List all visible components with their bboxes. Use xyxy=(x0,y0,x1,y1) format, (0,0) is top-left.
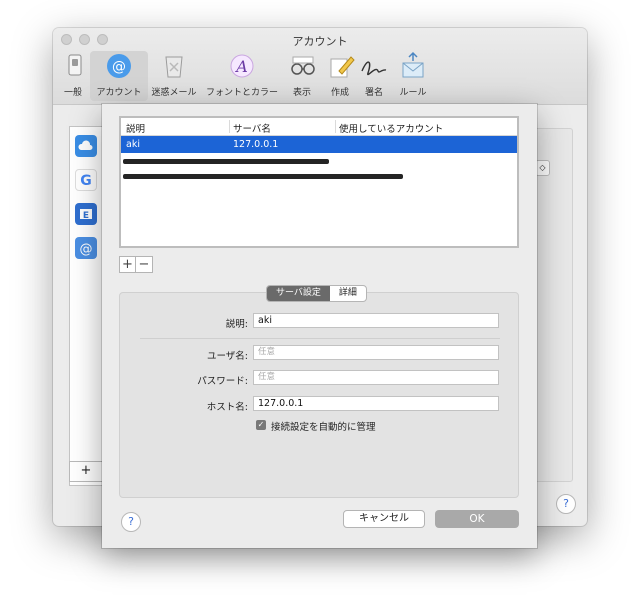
popup-arrows-icon[interactable]: ◇ xyxy=(535,160,550,176)
table-add-remove: + − xyxy=(119,256,153,273)
exchange-icon[interactable]: E xyxy=(75,203,97,225)
window-title: アカウント xyxy=(292,35,348,48)
host-field[interactable]: 127.0.0.1 xyxy=(253,396,499,411)
svg-text:G: G xyxy=(80,173,92,189)
remove-server-button[interactable]: − xyxy=(136,256,153,273)
titlebar: アカウント 一般 @ アカウント 迷惑メール A フォントとカラー 表示 作成 … xyxy=(53,28,587,105)
redaction-mark xyxy=(123,159,329,164)
table-row-redacted[interactable] xyxy=(121,153,517,170)
settings-segmented-control: サーバ設定 詳細 xyxy=(266,285,367,302)
password-field[interactable]: 任意 xyxy=(253,370,499,385)
signature-icon xyxy=(358,51,390,81)
pencil-icon xyxy=(325,51,357,81)
username-field[interactable]: 任意 xyxy=(253,345,499,360)
toolbar-signatures[interactable]: 署名 xyxy=(357,51,391,101)
description-field[interactable]: aki xyxy=(253,313,499,328)
general-switch-icon xyxy=(59,51,91,81)
column-header-server[interactable]: サーバ名 xyxy=(233,121,271,135)
cancel-button[interactable]: キャンセル xyxy=(343,510,425,528)
table-row-redacted[interactable] xyxy=(121,170,517,187)
username-label: ユーザ名: xyxy=(206,351,248,362)
toolbar-rules[interactable]: ルール xyxy=(395,51,431,101)
tab-server-settings[interactable]: サーバ設定 xyxy=(267,286,330,301)
description-label: 説明: xyxy=(225,319,248,330)
auto-manage-label[interactable]: 接続設定を自動的に管理 xyxy=(271,419,376,433)
toolbar-accounts[interactable]: @ アカウント xyxy=(90,51,148,101)
row-server: 127.0.0.1 xyxy=(233,139,279,150)
redaction-mark xyxy=(123,174,403,179)
host-label: ホスト名: xyxy=(206,402,248,413)
tab-advanced[interactable]: 詳細 xyxy=(330,286,366,301)
toolbar-general[interactable]: 一般 xyxy=(59,51,87,101)
table-row[interactable]: aki 127.0.0.1 xyxy=(121,136,517,153)
table-header: 説明 サーバ名 使用しているアカウント xyxy=(121,118,517,136)
row-description: aki xyxy=(126,139,140,150)
fonts-colors-icon: A xyxy=(226,51,258,81)
at-account-icon[interactable]: @ xyxy=(75,237,97,259)
toolbar-composing[interactable]: 作成 xyxy=(325,51,355,101)
glasses-icon xyxy=(287,51,319,81)
password-label: パスワード: xyxy=(197,376,248,387)
at-sign-icon: @ xyxy=(103,51,135,81)
column-header-account[interactable]: 使用しているアカウント xyxy=(339,121,443,135)
svg-text:A: A xyxy=(234,57,248,76)
auto-manage-checkbox[interactable]: ✓ xyxy=(256,420,266,430)
svg-text:E: E xyxy=(83,211,89,221)
sheet-help-button[interactable]: ? xyxy=(121,512,141,532)
svg-text:@: @ xyxy=(112,59,126,75)
toolbar-viewing[interactable]: 表示 xyxy=(287,51,317,101)
column-header-description[interactable]: 説明 xyxy=(126,121,145,135)
smtp-server-table: 説明 サーバ名 使用しているアカウント aki 127.0.0.1 xyxy=(119,116,519,248)
svg-text:@: @ xyxy=(80,242,93,257)
add-account-button[interactable]: + xyxy=(69,461,103,482)
ok-button[interactable]: OK xyxy=(435,510,519,528)
add-server-button[interactable]: + xyxy=(119,256,136,273)
smtp-server-sheet: 説明 サーバ名 使用しているアカウント aki 127.0.0.1 + − サー… xyxy=(102,104,537,548)
google-icon[interactable]: G xyxy=(75,169,97,191)
icloud-icon[interactable] xyxy=(75,135,97,157)
account-list: G E @ xyxy=(69,126,103,486)
junk-mail-icon xyxy=(158,51,190,81)
rules-icon xyxy=(397,51,429,81)
toolbar-fonts-colors[interactable]: A フォントとカラー xyxy=(203,51,281,101)
form-divider xyxy=(140,338,500,339)
help-button[interactable]: ? xyxy=(556,494,576,514)
toolbar-junk-mail[interactable]: 迷惑メール xyxy=(149,51,199,101)
